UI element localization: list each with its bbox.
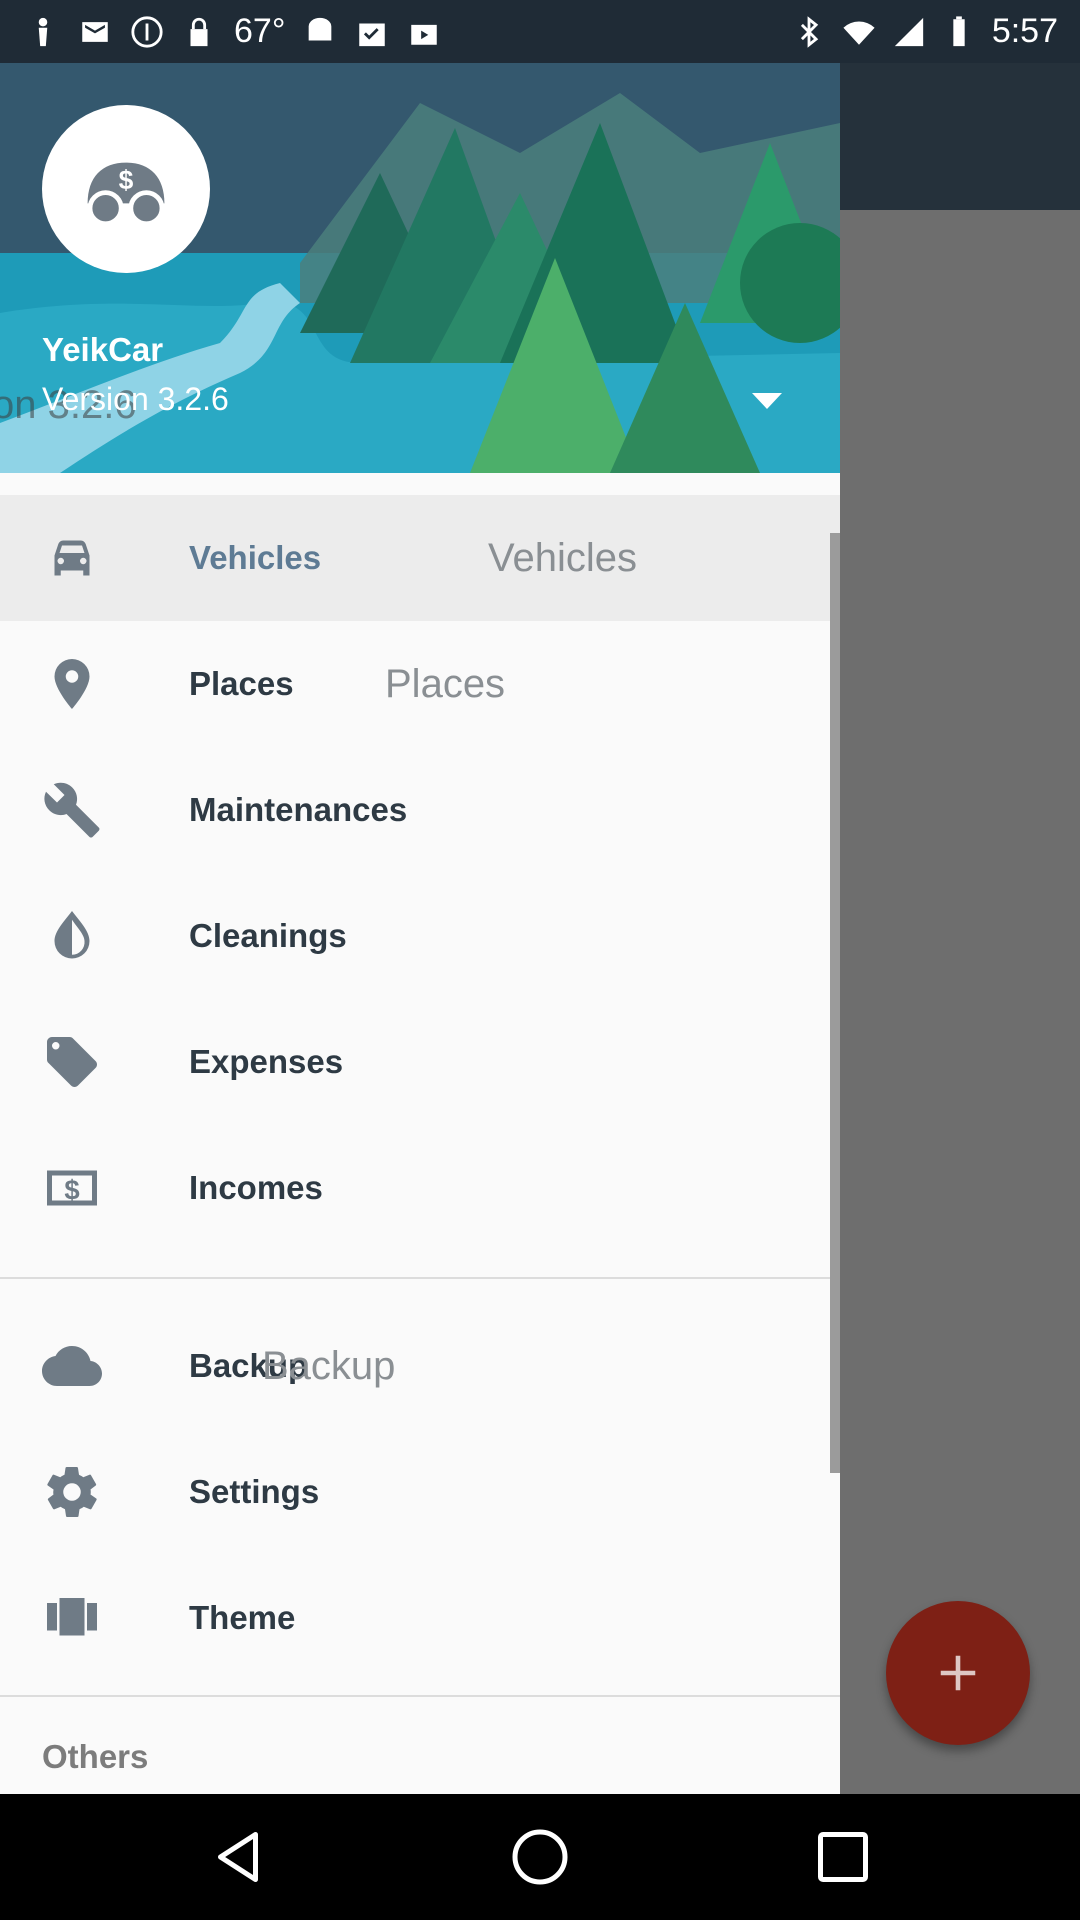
ghost-text: Vehicles [488, 535, 637, 580]
menu-item-incomes[interactable]: $ Incomes [0, 1125, 840, 1251]
menu-divider [0, 1277, 840, 1279]
car-dollar-logo-icon: $ [87, 162, 165, 227]
temperature: 67° [234, 12, 286, 50]
recents-button[interactable] [803, 1817, 883, 1897]
map-pin-icon [42, 654, 102, 714]
tag-icon [42, 1032, 102, 1092]
clipboard-check-icon [355, 15, 389, 49]
menu-item-maintenances[interactable]: Maintenances [0, 747, 840, 873]
navigation-bar [0, 1794, 1080, 1920]
theme-icon [42, 1588, 102, 1648]
ghost-text: Places [385, 661, 506, 706]
app-name: YeikCar [42, 331, 164, 368]
menu-item-expenses[interactable]: Expenses [0, 999, 840, 1125]
gear-icon [42, 1462, 102, 1522]
battery-icon [942, 15, 976, 49]
home-circle-icon [512, 1829, 568, 1885]
android-icon [303, 15, 337, 49]
signal-icon [892, 15, 926, 49]
svg-text:$: $ [64, 1174, 79, 1205]
plus-icon [940, 1655, 976, 1691]
bluetooth-icon [792, 15, 826, 49]
app-version: Version 3.2.6 [42, 381, 229, 417]
menu-item-label: Places [189, 665, 294, 702]
briefcase-play-icon [407, 15, 441, 49]
others-section-title: Others [42, 1738, 149, 1775]
car-icon [42, 528, 102, 588]
lock-icon [182, 15, 216, 49]
recents-square-icon [818, 1832, 868, 1882]
menu-item-label: Vehicles [189, 539, 322, 576]
menu-item-label: Incomes [189, 1169, 323, 1206]
menu-item-label: Cleanings [189, 917, 347, 954]
scrollbar[interactable] [830, 533, 840, 1473]
drawer-header[interactable]: $ on 3.2.6 YeikCar Version 3.2.6 [0, 63, 840, 473]
clock: 5:57 [991, 12, 1058, 50]
add-button[interactable] [886, 1601, 1030, 1745]
menu-item-backup[interactable]: Backup Backup [0, 1303, 840, 1429]
menu-item-label: Expenses [189, 1043, 344, 1080]
menu-divider [0, 1695, 840, 1697]
status-bar: 67° 5:57 [0, 0, 1080, 63]
menu-item-settings[interactable]: Settings [0, 1429, 840, 1555]
menu-item-places[interactable]: Places Places [0, 621, 840, 747]
drawer-menu: Vehicles Vehicles Places Places Maintena… [0, 495, 840, 1681]
back-button[interactable] [198, 1817, 278, 1897]
wrench-icon [42, 780, 102, 840]
menu-item-label: Theme [189, 1599, 296, 1636]
dollar-bill-icon: $ [42, 1158, 102, 1218]
alert-icon [130, 15, 164, 49]
home-button[interactable] [500, 1817, 580, 1897]
mail-icon [78, 15, 112, 49]
person-icon [26, 15, 60, 49]
water-drop-icon [42, 906, 102, 966]
navigation-drawer: $ on 3.2.6 YeikCar Version 3.2.6 Vehicle… [0, 63, 840, 1794]
menu-item-label: Maintenances [189, 791, 408, 828]
svg-text:$: $ [119, 165, 134, 195]
ghost-text: Backup [262, 1343, 396, 1388]
back-triangle-icon [218, 1832, 258, 1882]
menu-item-vehicles[interactable]: Vehicles Vehicles [0, 495, 840, 621]
menu-item-label: Settings [189, 1473, 320, 1510]
cloud-icon [42, 1336, 102, 1396]
app-logo: $ [42, 105, 210, 273]
menu-item-cleanings[interactable]: Cleanings [0, 873, 840, 999]
wifi-icon [842, 15, 876, 49]
menu-item-theme[interactable]: Theme [0, 1555, 840, 1681]
dropdown-arrow-icon[interactable] [752, 393, 782, 413]
